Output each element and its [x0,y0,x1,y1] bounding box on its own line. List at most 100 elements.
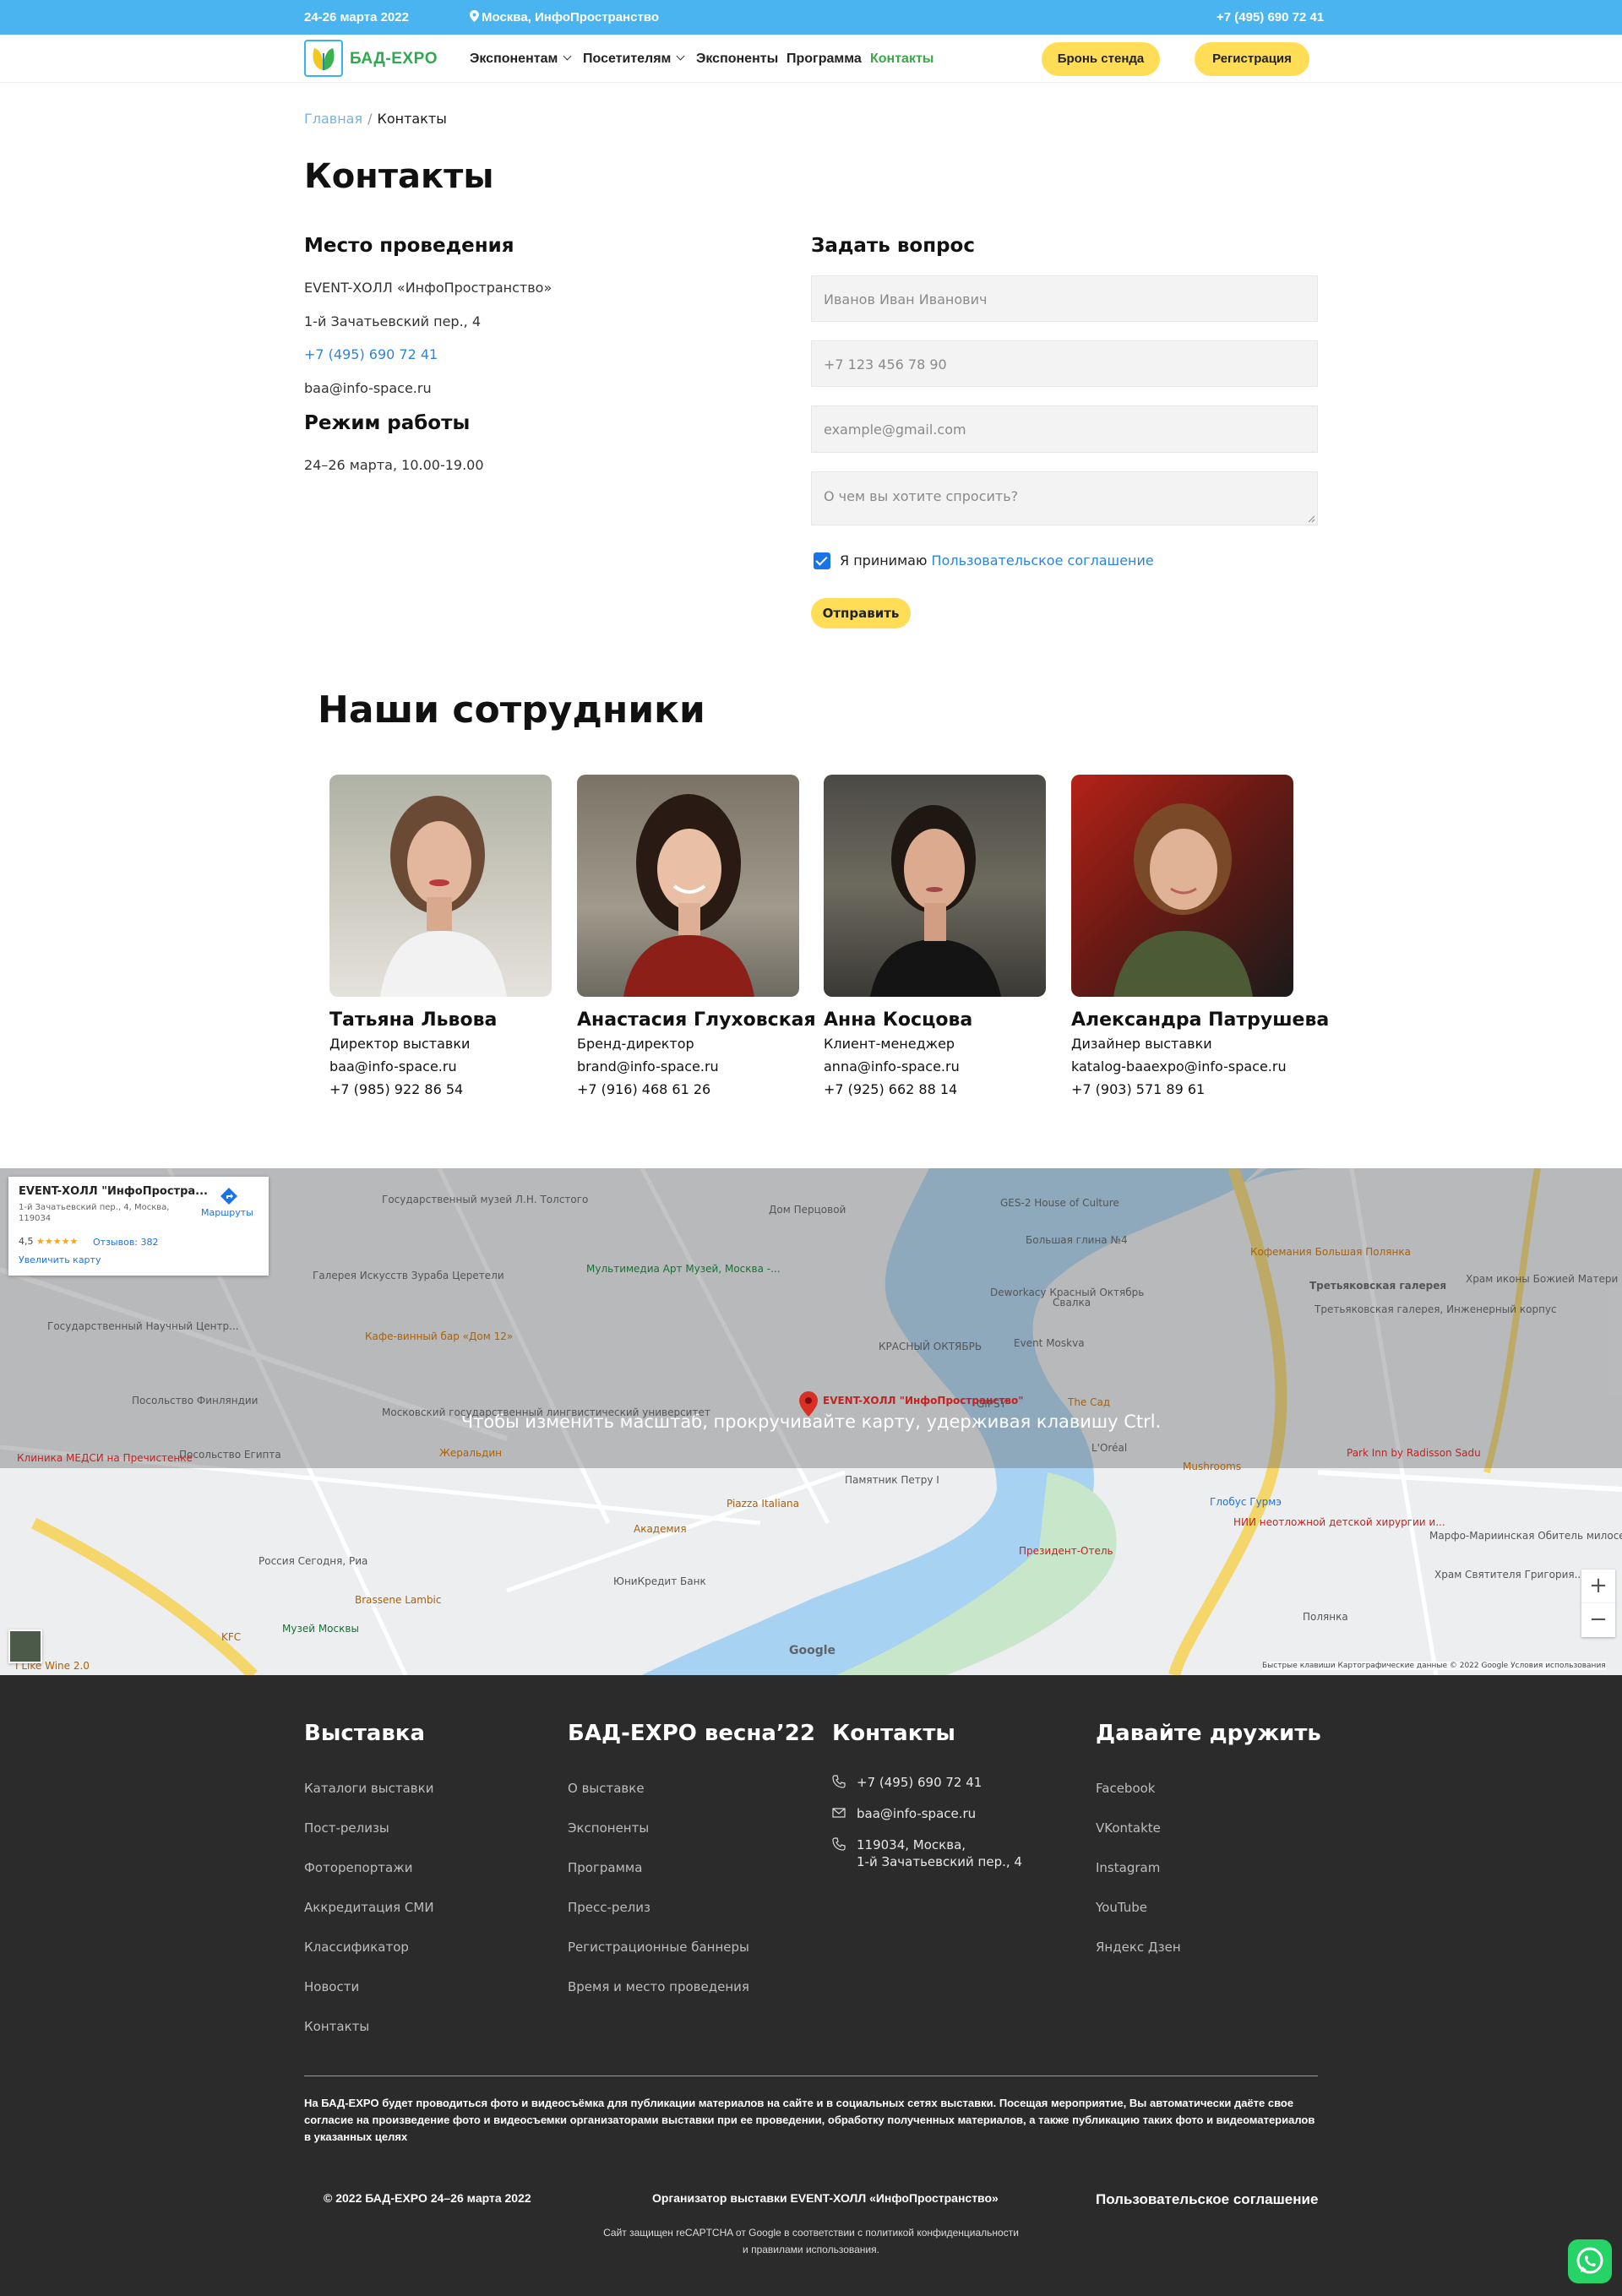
map-place-label[interactable]: Государственный Научный Центр... [47,1320,239,1332]
footer-link[interactable]: Каталоги выставки [304,1781,433,1796]
venue-phone-link[interactable]: +7 (495) 690 72 41 [304,346,438,362]
map-place-label[interactable]: Московский государственный лингвистическ… [382,1406,710,1418]
map-place-label[interactable]: Посольство Египта [179,1449,281,1461]
header-phone[interactable]: +7 (495) 690 72 41 [1216,10,1324,24]
map-place-label[interactable]: Mushrooms [1183,1461,1241,1472]
footer-email[interactable]: baa@info-space.ru [857,1806,976,1821]
map-place-label[interactable]: Brassene Lambic [355,1594,442,1606]
book-stand-button[interactable]: Бронь стенда [1042,42,1160,76]
footer-link[interactable]: Новости [304,1979,359,1994]
map-place-label[interactable]: Большая глина №4 [1026,1234,1128,1246]
footer-link[interactable]: Пост-релизы [304,1820,389,1836]
staff-email[interactable]: katalog-baaexpo@info-space.ru [1071,1058,1287,1075]
footer-social-link[interactable]: Яндекс Дзен [1096,1940,1181,1955]
message-textarea[interactable]: О чем вы хотите спросить? [811,471,1318,525]
footer-link[interactable]: Контакты [304,2019,369,2034]
nav-contacts[interactable]: Контакты [870,52,933,67]
map-zoom-out-button[interactable]: − [1581,1603,1615,1637]
map-place-label[interactable]: Кафе-винный бар «Дом 12» [365,1330,513,1342]
directions-link[interactable]: Маршруты [201,1207,253,1218]
staff-phone[interactable]: +7 (903) 571 89 61 [1071,1081,1205,1097]
map-place-label[interactable]: Глобус Гурмэ [1210,1496,1282,1508]
map-place-label[interactable]: Галерея Искусств Зураба Церетели [313,1270,504,1281]
map-place-label[interactable]: Свалка [1053,1297,1091,1309]
agreement-checkbox[interactable] [814,552,830,569]
map-place-label[interactable]: Дом Перцовой [769,1204,846,1216]
footer-link[interactable]: Фоторепортажи [304,1860,412,1875]
staff-email[interactable]: baa@info-space.ru [329,1058,457,1075]
enlarge-map-link[interactable]: Увеличить карту [19,1254,101,1265]
footer-link[interactable]: О выставке [568,1781,645,1796]
logo-icon[interactable] [304,40,343,77]
nav-visitors-menu[interactable]: Посетителям [583,52,685,67]
staff-email[interactable]: brand@info-space.ru [577,1058,719,1075]
logo-text[interactable]: БАД-EXPO [350,50,438,68]
map-place-label[interactable]: Памятник Петру I [845,1474,939,1486]
phone-field[interactable]: +7 123 456 78 90 [811,340,1318,387]
footer-link[interactable]: Регистрационные баннеры [568,1940,749,1955]
map-place-label[interactable]: Третьяковская галерея, Инженерный корпус [1314,1303,1557,1315]
breadcrumb-home-link[interactable]: Главная [304,111,362,127]
map-place-label[interactable]: Event Moskva [1014,1337,1085,1349]
email-field[interactable]: example@gmail.com [811,405,1318,453]
footer-link[interactable]: Программа [568,1860,642,1875]
footer-social-link[interactable]: YouTube [1096,1900,1147,1915]
staff-phone[interactable]: +7 (925) 662 88 14 [824,1081,957,1097]
resize-handle-icon[interactable] [1307,514,1315,523]
map-place-label[interactable]: Академия [634,1523,687,1535]
map-place-label[interactable]: KFC [221,1631,241,1643]
footer-social-link[interactable]: Facebook [1096,1781,1155,1796]
footer-link[interactable]: Время и место проведения [568,1979,749,1994]
map-place-label[interactable]: Посольство Финляндии [132,1395,258,1406]
map-place-label[interactable]: Мультимедиа Арт Музей, Москва -... [586,1263,781,1275]
agreement-link[interactable]: Пользовательское соглашение [932,552,1154,569]
user-agreement-link[interactable]: Пользовательское соглашение [1096,2191,1318,2208]
map-place-label[interactable]: Марфо-Мариинская Обитель милосердия [1429,1530,1622,1542]
event-location[interactable]: Москва, ИнфоПространство [482,10,659,24]
footer-link[interactable]: Пресс-релиз [568,1900,650,1915]
footer-link[interactable]: Экспоненты [568,1820,649,1836]
map-place-label[interactable]: Храм иконы Божией Матери "Всех... [1466,1273,1622,1285]
footer-social-link[interactable]: Instagram [1096,1860,1160,1875]
map-place-label[interactable]: Государственный музей Л.Н. Толстого [382,1194,588,1205]
map-place-label[interactable]: The Сад [1068,1396,1110,1408]
map-place-label[interactable]: ЮниКредит Банк [613,1575,706,1587]
map-attribution[interactable]: Быстрые клавиши Картографические данные … [1262,1662,1606,1670]
footer-link[interactable]: Классификатор [304,1940,409,1955]
map-place-label[interactable]: Третьяковская галерея [1309,1280,1446,1292]
footer-link[interactable]: Аккредитация СМИ [304,1900,434,1915]
nav-exhibitors-menu[interactable]: Экспонентам [470,52,572,67]
map-place-label[interactable]: L'Oréal [1091,1442,1127,1454]
staff-phone[interactable]: +7 (985) 922 86 54 [329,1081,463,1097]
location-marker-icon[interactable] [799,1391,818,1417]
map-place-label[interactable]: GIPSY [977,1398,1006,1410]
directions-icon[interactable] [220,1187,238,1205]
registration-button[interactable]: Регистрация [1195,42,1309,76]
map-place-label[interactable]: Piazza Italiana [727,1498,799,1510]
map-place-label[interactable]: Россия Сегодня, Риа [259,1555,367,1567]
whatsapp-button[interactable] [1568,2239,1612,2283]
staff-email[interactable]: anna@info-space.ru [824,1058,960,1075]
map-place-label[interactable]: Жеральдин [439,1447,502,1459]
footer-social-link[interactable]: VKontakte [1096,1820,1161,1836]
map-place-label[interactable]: Президент-Отель [1019,1545,1113,1557]
nav-exhibitors-list[interactable]: Экспоненты [696,52,778,67]
venue-email[interactable]: baa@info-space.ru [304,380,432,396]
name-field[interactable]: Иванов Иван Иванович [811,275,1318,322]
submit-button[interactable]: Отправить [811,598,911,628]
map-place-label[interactable]: Клиника МЕДСИ на Пречистенке [17,1452,193,1464]
map-place-label[interactable]: Храм Святителя Григория... [1434,1569,1584,1581]
staff-phone[interactable]: +7 (916) 468 61 26 [577,1081,710,1097]
map-place-label[interactable]: Park Inn by Radisson Sadu [1347,1447,1481,1459]
map-zoom-in-button[interactable]: + [1581,1570,1615,1603]
map-place-label[interactable]: Полянка [1303,1611,1348,1623]
map-place-label[interactable]: Кофемания Большая Полянка [1250,1246,1411,1258]
map-place-label[interactable]: Музей Москвы [282,1623,359,1635]
google-map[interactable]: Чтобы изменить масштаб, прокручивайте ка… [0,1168,1622,1675]
footer-phone[interactable]: +7 (495) 690 72 41 [857,1775,982,1790]
map-place-label[interactable]: НИИ неотложной детской хирургии и... [1233,1516,1445,1528]
map-card-reviews[interactable]: Отзывов: 382 [93,1237,159,1248]
nav-program[interactable]: Программа [787,52,862,67]
map-place-label[interactable]: GES-2 House of Culture [1000,1197,1119,1209]
satellite-toggle[interactable] [8,1630,42,1663]
